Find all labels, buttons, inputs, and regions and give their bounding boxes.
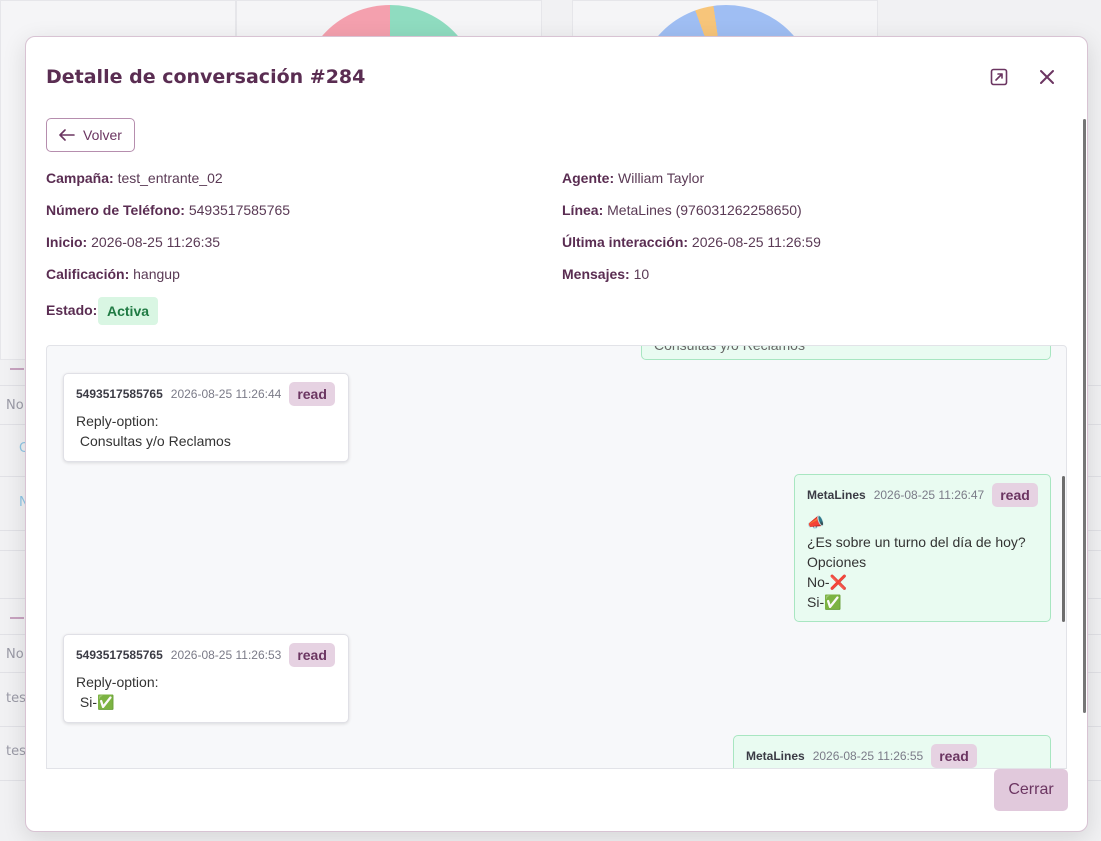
start-field: Inicio: 2026-08-25 11:26:35 (46, 234, 220, 250)
field-value: 2026-08-25 11:26:35 (91, 234, 221, 250)
field-label: Agente: (562, 170, 615, 186)
field-value: test_entrante_02 (117, 170, 223, 186)
message-text: 📣 ¿Es sobre un turno del día de hoy? Opc… (807, 514, 1026, 610)
field-value: William Taylor (618, 170, 705, 186)
phone-field: Número de Teléfono: 5493517585765 (46, 202, 290, 218)
arrow-left-icon (59, 129, 75, 141)
line-field: Línea: MetaLines (976031262258650) (562, 202, 802, 218)
message-sender: MetaLines (807, 488, 866, 502)
message-bubble-outgoing: Consultas y/o Reclamos (641, 345, 1051, 360)
close-button[interactable]: Cerrar (994, 769, 1068, 811)
message-sender: 5493517585765 (76, 387, 163, 401)
read-status-badge: read (992, 483, 1038, 507)
field-label: Calificación: (46, 266, 130, 282)
last-interaction-field: Última interacción: 2026-08-25 11:26:59 (562, 234, 821, 250)
message-bubble-outgoing: MetaLines 2026-08-25 11:26:55 read (733, 735, 1051, 768)
message-time: 2026-08-25 11:26:44 (170, 387, 282, 401)
field-value: 2026-08-25 11:26:59 (691, 234, 821, 250)
field-value: 10 (633, 266, 650, 282)
field-label: Última interacción: (562, 234, 689, 250)
message-text: Reply-option: Consultas y/o Reclamos (76, 413, 231, 449)
bg-text: No (6, 647, 24, 662)
message-text: Consultas y/o Reclamos (654, 345, 805, 353)
bg-text: tes (6, 691, 26, 706)
chat-scrollbar[interactable] (1062, 476, 1065, 622)
message-bubble-incoming: 5493517585765 2026-08-25 11:26:44 read R… (63, 373, 349, 462)
campaign-field: Campaña: test_entrante_02 (46, 170, 223, 186)
field-label: Campaña: (46, 170, 114, 186)
back-button[interactable]: Volver (46, 118, 135, 152)
message-bubble-outgoing: MetaLines 2026-08-25 11:26:47 read 📣 ¿Es… (794, 474, 1051, 622)
field-label: Mensajes: (562, 266, 630, 282)
field-value: 5493517585765 (188, 202, 291, 218)
message-time: 2026-08-25 11:26:47 (873, 488, 985, 502)
bg-text: No (6, 398, 24, 413)
close-icon[interactable] (1035, 65, 1059, 89)
read-status-badge: read (931, 744, 977, 768)
field-value: MetaLines (976031262258650) (607, 202, 802, 218)
field-label: Inicio: (46, 234, 88, 250)
field-label: Línea: (562, 202, 604, 218)
expand-icon[interactable] (987, 65, 1011, 89)
bg-accent (10, 368, 24, 370)
modal-scrollbar[interactable] (1083, 119, 1086, 713)
messages-count-field: Mensajes: 10 (562, 266, 649, 282)
bg-text: tes (6, 744, 26, 759)
chat-history[interactable]: Consultas y/o Reclamos 5493517585765 202… (46, 345, 1067, 769)
message-sender: 5493517585765 (76, 648, 163, 662)
message-text: Reply-option: Si-✅ (76, 674, 159, 710)
message-bubble-incoming: 5493517585765 2026-08-25 11:26:53 read R… (63, 634, 349, 723)
message-sender: MetaLines (746, 749, 805, 763)
field-label: Estado: (46, 302, 98, 318)
conversation-detail-modal: Detalle de conversación #284 Volver Camp… (25, 36, 1088, 832)
bg-accent (10, 617, 24, 619)
status-badge: Activa (98, 297, 159, 325)
field-value: hangup (133, 266, 180, 282)
message-time: 2026-08-25 11:26:53 (170, 648, 282, 662)
rating-field: Calificación: hangup (46, 266, 180, 282)
status-field: Estado: (46, 302, 97, 318)
read-status-badge: read (289, 382, 335, 406)
read-status-badge: read (289, 643, 335, 667)
back-button-label: Volver (83, 127, 122, 143)
modal-title: Detalle de conversación #284 (46, 66, 366, 88)
message-time: 2026-08-25 11:26:55 (812, 749, 924, 763)
agent-field: Agente: William Taylor (562, 170, 704, 186)
field-label: Número de Teléfono: (46, 202, 185, 218)
